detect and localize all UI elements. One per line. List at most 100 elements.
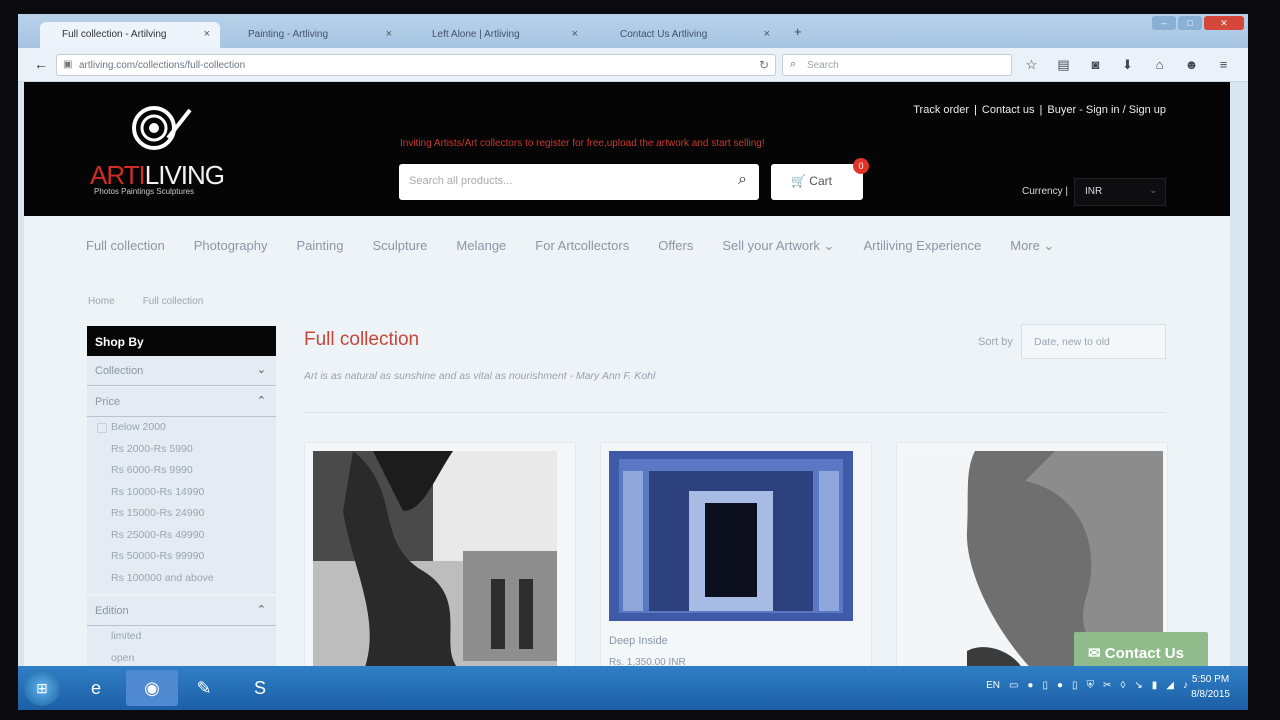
nav-item-full-collection[interactable]: Full collection [86, 238, 165, 254]
paint-icon[interactable]: ✎ [178, 670, 230, 706]
tab-full-collection[interactable]: Full collection - Artilving × [40, 22, 220, 48]
chevron-down-icon: ⌄ [1149, 185, 1157, 195]
mail-icon: ✉ [1088, 645, 1101, 662]
nav-item-painting[interactable]: Painting [297, 238, 344, 254]
nav-item-more[interactable]: More ⌄ [1010, 238, 1054, 254]
address-bar[interactable]: ▣ artliving.com/collections/full-collect… [56, 54, 776, 76]
reload-icon[interactable]: ↻ [759, 58, 769, 72]
toolbar-icons: ☆ ▤ ◙ ⬇ ⌂ ☻ ≡ [1022, 57, 1233, 73]
product-card[interactable]: Deep Inside Rs. 1,350.00 INR [600, 442, 872, 682]
price-option[interactable]: Below 2000 [87, 421, 276, 443]
pocket-icon[interactable]: ◙ [1086, 57, 1105, 73]
facet-edition[interactable]: Edition ⌃ [87, 596, 276, 626]
page-title: Full collection [304, 329, 420, 350]
nav-item-artiliving-experience[interactable]: Artiliving Experience [863, 238, 981, 254]
site-search-input[interactable]: Search all products... ⌕ [399, 164, 759, 200]
nav-item-label: More [1010, 238, 1040, 253]
product-card[interactable] [304, 442, 576, 682]
nav-item-sculpture[interactable]: Sculpture [372, 238, 427, 254]
tray-app-icon[interactable]: ● [1027, 680, 1033, 691]
browser-search-placeholder: Search [807, 60, 839, 71]
browser-search-input[interactable]: ⌕ Search [782, 54, 1012, 76]
chevron-down-icon: ⌄ [1043, 238, 1055, 253]
currency-select[interactable]: INR ⌄ [1074, 178, 1166, 206]
menu-icon[interactable]: ≡ [1214, 57, 1233, 73]
nav-item-for-artcollectors[interactable]: For Artcollectors [535, 238, 629, 254]
network-signal-icon[interactable]: ◢ [1166, 680, 1174, 691]
download-icon[interactable]: ⬇ [1118, 57, 1137, 73]
nav-item-photography[interactable]: Photography [194, 238, 268, 254]
volume-icon[interactable]: ♪ [1183, 680, 1188, 691]
security-shield-icon[interactable]: ⛨ [1087, 680, 1095, 691]
home-icon[interactable]: ⌂ [1150, 57, 1169, 73]
product-title[interactable]: Deep Inside [609, 635, 668, 647]
skype-icon[interactable]: S [234, 670, 286, 706]
start-button[interactable]: ⊞ [24, 670, 60, 706]
price-option[interactable]: Rs 25000-Rs 49990 [87, 529, 276, 551]
logo-swirl-icon[interactable] [124, 100, 194, 152]
nav-item-melange[interactable]: Melange [456, 238, 506, 254]
facet-label: Collection [95, 365, 144, 377]
tab-left-alone[interactable]: Left Alone | Artliving × [410, 22, 588, 48]
close-tab-icon[interactable]: × [572, 28, 578, 40]
sort-label: Sort by [978, 336, 1013, 348]
bookmark-star-icon[interactable]: ☆ [1022, 57, 1041, 73]
chevron-up-icon: ⌃ [256, 395, 266, 407]
price-option[interactable]: Rs 15000-Rs 24990 [87, 507, 276, 529]
internet-explorer-icon[interactable]: e [70, 670, 122, 706]
tray-app-icon[interactable]: ▯ [1042, 680, 1048, 691]
page-content: Full collection Photography Painting Scu… [24, 216, 1230, 682]
search-icon: ⌕ [790, 58, 797, 70]
bookmarks-list-icon[interactable]: ▤ [1054, 57, 1073, 73]
sort-select[interactable]: Date, new to old [1021, 324, 1166, 359]
track-order-link[interactable]: Track order [913, 104, 969, 116]
tab-bar: Full collection - Artilving × Painting -… [18, 14, 1248, 48]
sign-in-link[interactable]: Buyer - Sign in / Sign up [1047, 104, 1166, 116]
nav-item-offers[interactable]: Offers [658, 238, 693, 254]
edition-option[interactable]: limited [87, 630, 276, 652]
maximize-icon[interactable]: □ [1178, 16, 1202, 30]
tray-app-icon[interactable]: ↘ [1134, 680, 1142, 691]
divider [304, 412, 1166, 413]
product-image[interactable] [313, 451, 557, 673]
firefox-icon[interactable]: ◉ [126, 670, 178, 706]
contact-us-label: Contact Us [1104, 645, 1184, 662]
sync-icon[interactable]: ☻ [1182, 57, 1201, 73]
language-indicator[interactable]: EN [986, 680, 1000, 691]
price-option[interactable]: Rs 2000-Rs 5990 [87, 443, 276, 465]
tray-app-icon[interactable]: ● [1057, 680, 1063, 691]
breadcrumb-home[interactable]: Home [88, 296, 115, 307]
price-option[interactable]: Rs 6000-Rs 9990 [87, 464, 276, 486]
price-option[interactable]: Rs 50000-Rs 99990 [87, 550, 276, 572]
battery-icon[interactable]: ▮ [1152, 680, 1158, 691]
close-tab-icon[interactable]: × [764, 28, 770, 40]
price-option[interactable]: Rs 100000 and above [87, 572, 276, 594]
search-icon[interactable]: ⌕ [738, 171, 747, 189]
product-image[interactable] [609, 451, 853, 621]
keyboard-icon[interactable]: ▭ [1009, 680, 1018, 691]
price-option[interactable]: Rs 10000-Rs 14990 [87, 486, 276, 508]
tray-app-icon[interactable]: ▯ [1072, 680, 1078, 691]
contact-us-link[interactable]: Contact us [982, 104, 1035, 116]
system-tray: EN ▭ ● ▯ ● ▯ ⛨ ✂ ◊ ↘ ▮ ◢ ♪ [986, 680, 1188, 691]
site-info-icon[interactable]: ▣ [63, 59, 72, 70]
new-tab-button[interactable]: + [794, 24, 802, 39]
chevron-up-icon: ⌃ [256, 604, 266, 616]
system-clock[interactable]: 5:50 PM 8/8/2015 [1191, 672, 1230, 702]
facet-price[interactable]: Price ⌃ [87, 387, 276, 417]
close-tab-icon[interactable]: × [204, 28, 210, 40]
nav-item-sell-your-artwork[interactable]: Sell your Artwork ⌄ [722, 238, 834, 254]
site-search-placeholder: Search all products... [409, 175, 513, 187]
back-arrow-icon[interactable]: ← [34, 56, 48, 72]
facet-collection[interactable]: Collection ⌄ [87, 356, 276, 386]
close-tab-icon[interactable]: × [386, 28, 392, 40]
cart-button[interactable]: 🛒 Cart 0 [771, 158, 869, 200]
promo-banner[interactable]: Inviting Artists/Art collectors to regis… [400, 138, 765, 149]
tray-app-icon[interactable]: ◊ [1120, 680, 1125, 691]
nav-item-label: Sell your Artwork [722, 238, 820, 253]
minimize-icon[interactable]: – [1152, 16, 1176, 30]
tray-app-icon[interactable]: ✂ [1103, 680, 1111, 691]
tab-contact-us[interactable]: Contact Us Artliving × [598, 22, 780, 48]
tab-painting[interactable]: Painting - Artliving × [226, 22, 402, 48]
close-window-icon[interactable]: ✕ [1204, 16, 1244, 30]
